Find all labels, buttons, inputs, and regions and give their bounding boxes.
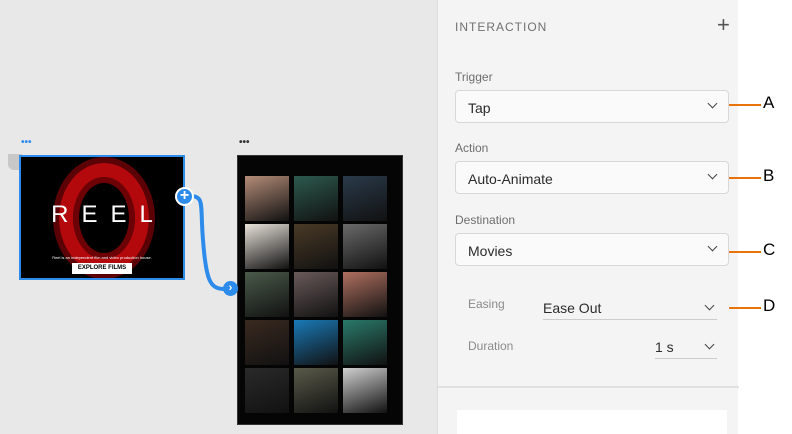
add-interaction-icon[interactable]: + [717, 12, 730, 38]
chevron-down-icon [707, 241, 718, 252]
callout-line-a [729, 104, 761, 106]
divider [438, 386, 739, 388]
easing-dropdown[interactable]: Ease Out [543, 298, 717, 320]
duration-label: Duration [468, 339, 514, 353]
chevron-down-icon [707, 169, 718, 180]
callout-line-b [729, 177, 761, 179]
callout-c: C [763, 240, 776, 259]
trigger-dropdown[interactable]: Tap [455, 90, 729, 123]
add-interaction-plus-icon[interactable]: + [175, 187, 194, 206]
design-canvas[interactable]: ••• REEL Reel is an independent film and… [0, 0, 437, 434]
callout-a: A [763, 93, 775, 112]
duration-dropdown[interactable]: 1 s [655, 337, 717, 359]
wire-target-chevron-icon: › [223, 281, 238, 296]
next-section-box [457, 410, 727, 434]
duration-value: 1 s [655, 339, 674, 355]
callout-line-d [729, 307, 761, 309]
trigger-label: Trigger [455, 70, 493, 84]
chevron-down-icon [707, 98, 718, 109]
wire-connector [189, 194, 225, 291]
destination-label: Destination [455, 213, 516, 227]
destination-dropdown[interactable]: Movies [455, 233, 729, 266]
action-value: Auto-Animate [468, 171, 553, 187]
callout-line-c [729, 251, 761, 253]
interaction-panel: INTERACTION + Trigger Tap Action Auto-An… [437, 0, 739, 434]
action-dropdown[interactable]: Auto-Animate [455, 161, 729, 194]
panel-title: INTERACTION [455, 20, 548, 34]
action-label: Action [455, 141, 489, 155]
chevron-down-icon [704, 300, 715, 311]
callout-d: D [763, 296, 776, 315]
trigger-value: Tap [468, 100, 491, 116]
chevron-down-icon [704, 339, 715, 350]
easing-label: Easing [468, 297, 505, 311]
easing-value: Ease Out [543, 300, 602, 316]
callout-b: B [763, 166, 775, 185]
destination-value: Movies [468, 243, 513, 259]
